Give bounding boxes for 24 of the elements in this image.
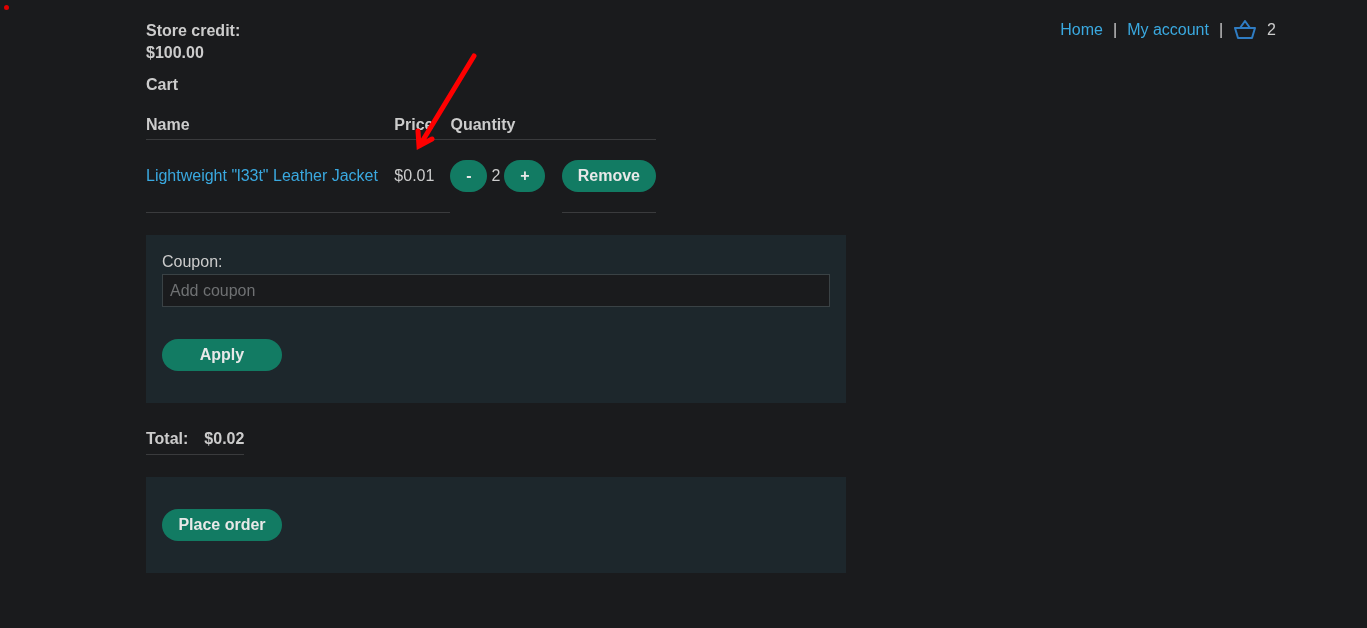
increment-button[interactable]: + xyxy=(504,160,546,192)
store-credit-amount: $100.00 xyxy=(146,43,205,63)
remove-button[interactable]: Remove xyxy=(561,160,656,192)
total-label: Total: xyxy=(146,430,189,448)
nav-separator: | xyxy=(1112,20,1118,40)
column-header: Quantity xyxy=(450,116,562,140)
decrement-button[interactable]: - xyxy=(450,160,488,192)
column-header: Name xyxy=(146,116,395,140)
nav-link[interactable]: My account xyxy=(1127,20,1209,40)
coupon-input[interactable]: Add coupon xyxy=(162,274,830,307)
coupon-label: Coupon: xyxy=(162,253,224,271)
apply-button[interactable]: Apply xyxy=(162,339,282,371)
product-link[interactable]: Lightweight "l33t" Leather Jacket xyxy=(146,167,378,184)
basket-icon[interactable] xyxy=(1233,20,1258,40)
price-text: $0.01 xyxy=(394,167,435,184)
nav-link[interactable]: Home xyxy=(1060,20,1103,40)
quantity-text: 2 xyxy=(491,167,501,185)
place-order-button[interactable]: Place order xyxy=(162,509,282,541)
cart-count: 2 xyxy=(1267,20,1276,40)
cart-heading: Cart xyxy=(146,76,179,94)
dot-marker xyxy=(4,5,9,10)
total-value: $0.02 xyxy=(204,430,245,448)
store-credit-label: Store credit: xyxy=(146,21,241,41)
nav-separator: | xyxy=(1218,20,1224,40)
